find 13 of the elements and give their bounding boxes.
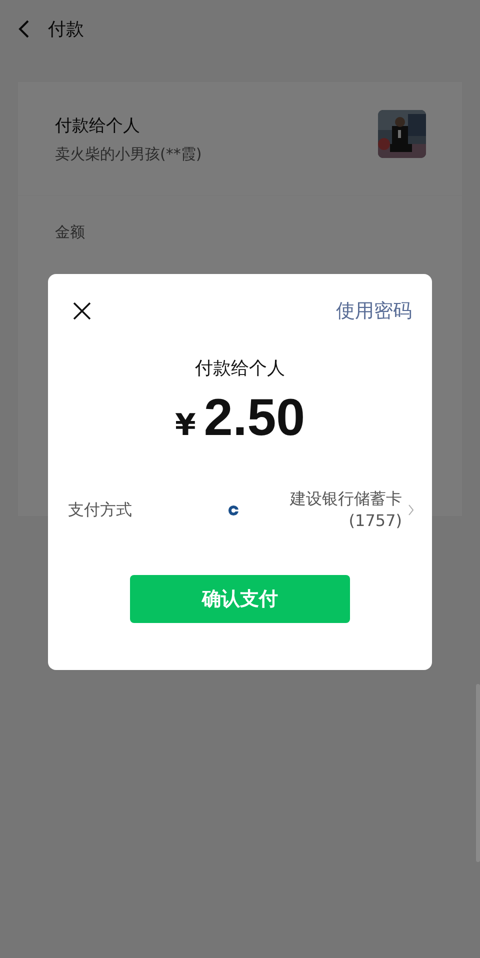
page-title: 付款 xyxy=(48,18,84,41)
payment-method-label: 支付方式 xyxy=(68,500,133,521)
currency-symbol: ¥ xyxy=(174,408,196,443)
amount-label: 金额 xyxy=(55,223,85,241)
use-password-link[interactable]: 使用密码 xyxy=(336,298,412,324)
back-icon[interactable] xyxy=(18,19,30,39)
bank-logo-icon xyxy=(228,504,239,516)
amount-value: 2.50 xyxy=(204,388,306,448)
recipient-name: 卖火柴的小男孩(**霞) xyxy=(55,145,202,164)
payment-method-value[interactable]: 建设银行储蓄卡(1757) xyxy=(289,488,402,533)
close-icon[interactable] xyxy=(72,301,92,321)
dialog-title: 付款给个人 xyxy=(195,357,285,380)
recipient-label: 付款给个人 xyxy=(55,115,141,137)
